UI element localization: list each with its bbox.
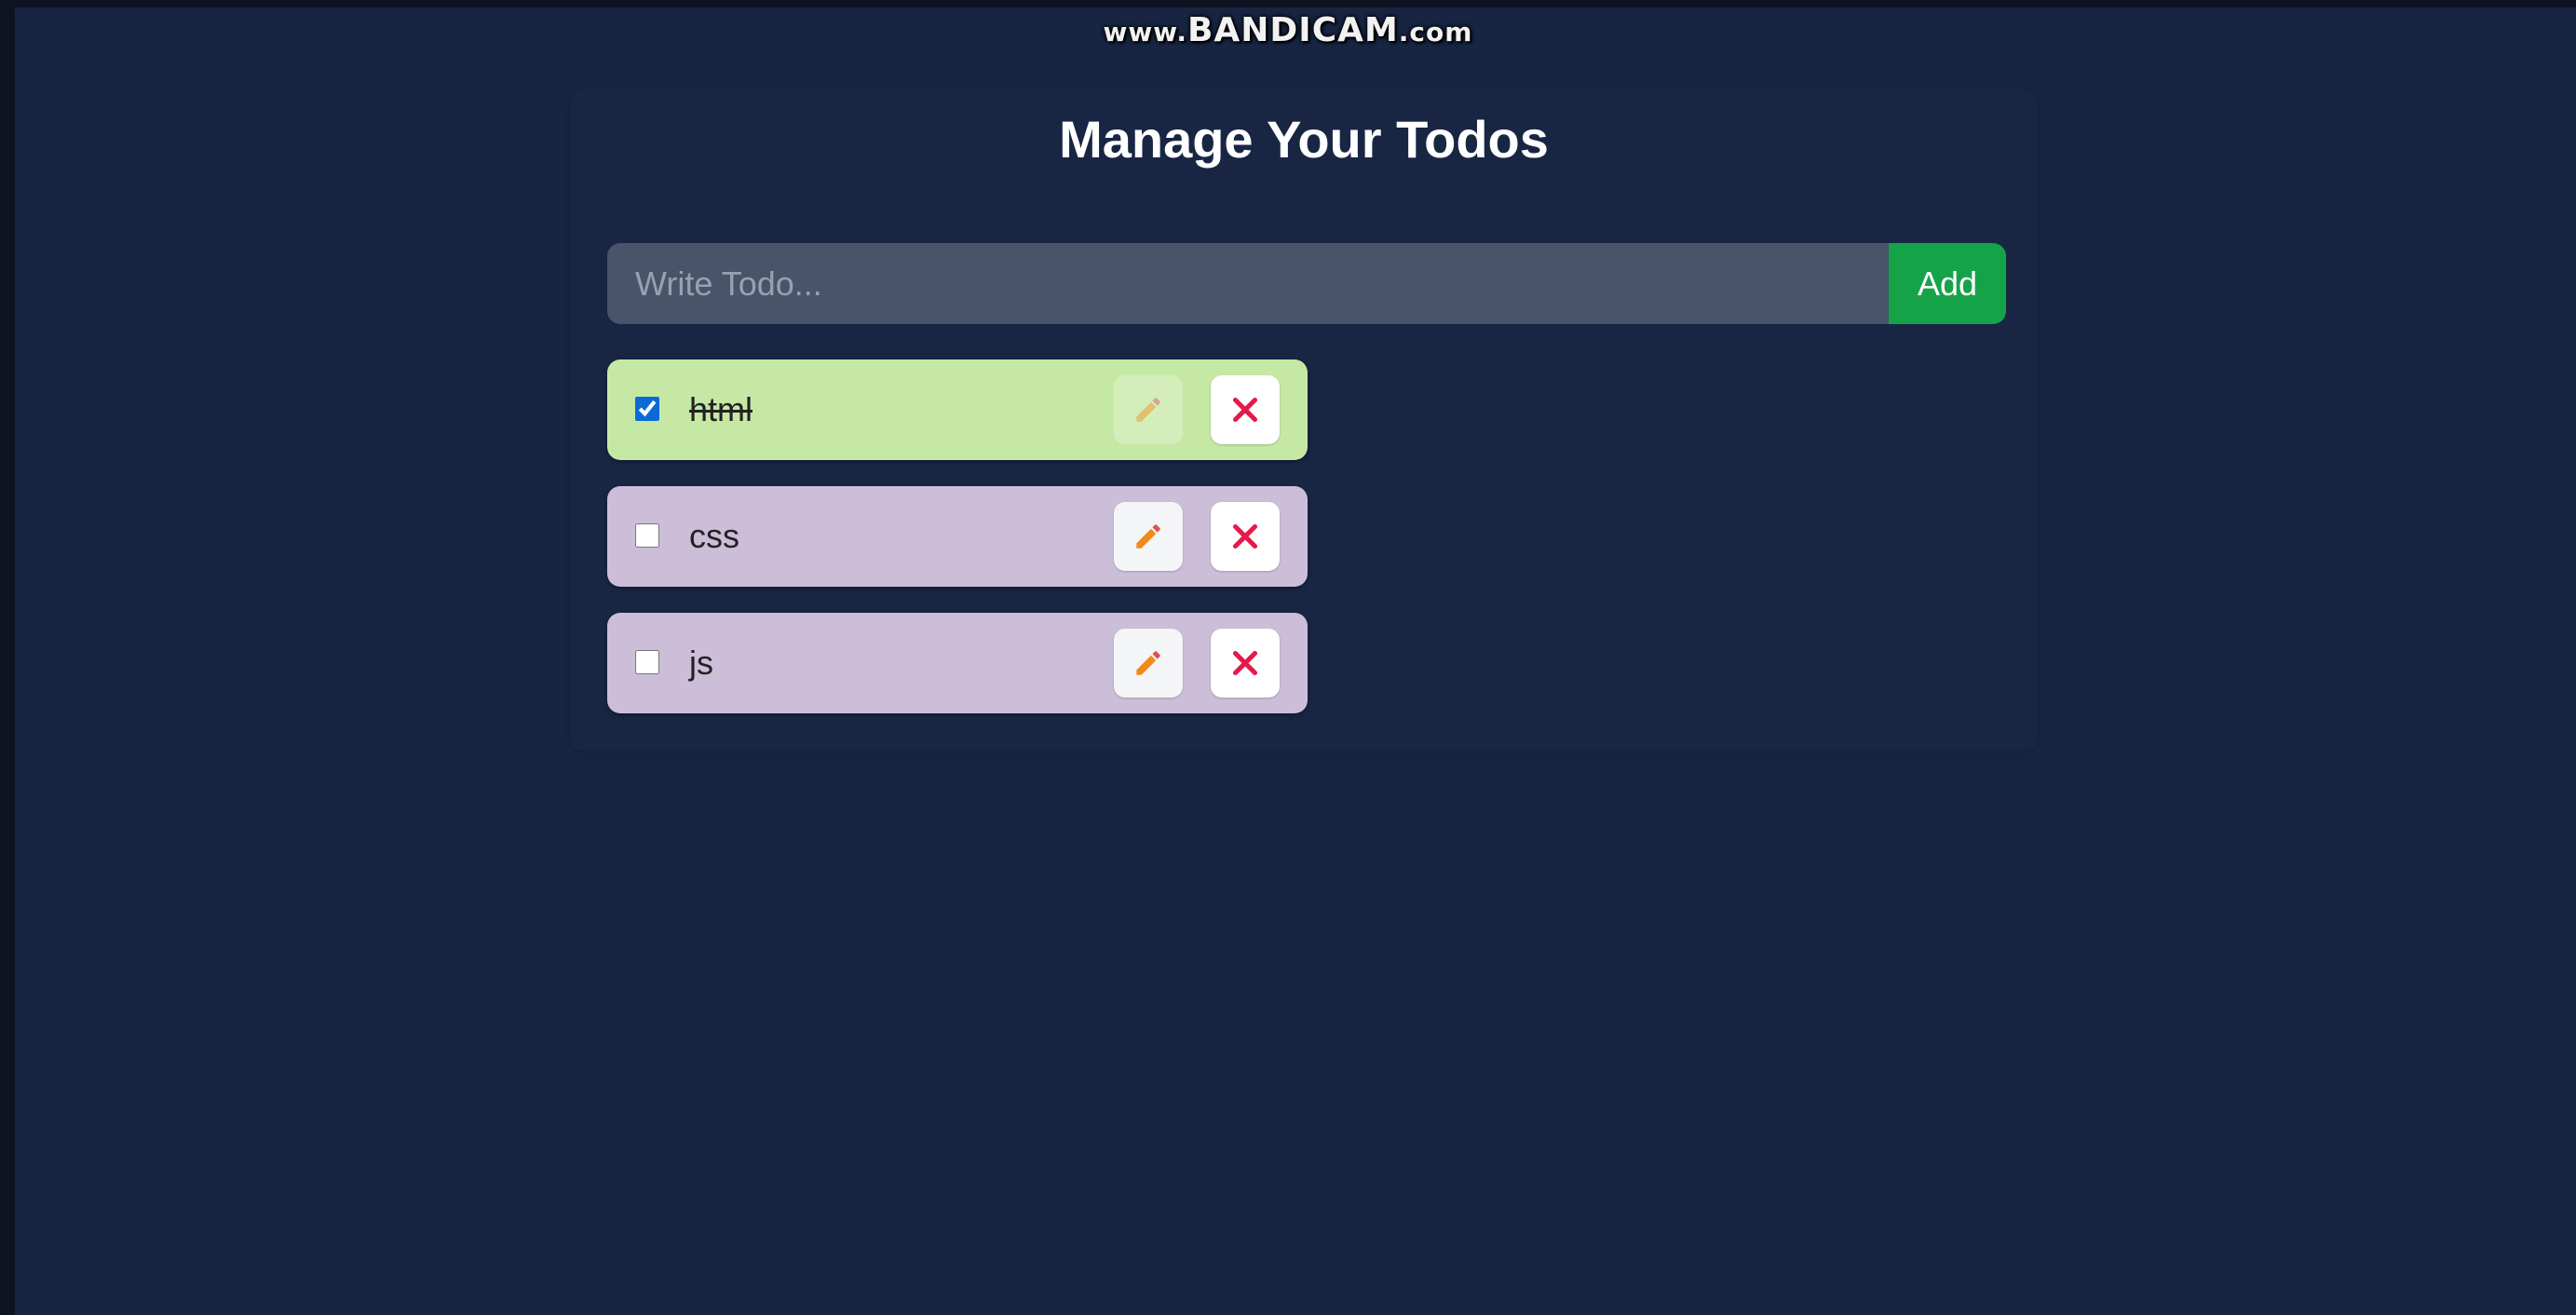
todo-item: html xyxy=(607,359,1308,460)
todo-checkbox[interactable] xyxy=(635,523,659,548)
todo-input[interactable] xyxy=(607,243,1889,324)
add-button[interactable]: Add xyxy=(1889,243,2006,324)
edit-button[interactable] xyxy=(1114,629,1183,698)
delete-button[interactable] xyxy=(1211,375,1280,444)
todo-item: js xyxy=(607,613,1308,713)
page-title: Manage Your Todos xyxy=(1059,110,1549,169)
pencil-icon xyxy=(1136,651,1160,675)
pencil-icon xyxy=(1136,398,1160,422)
todo-form: Add xyxy=(607,243,2006,324)
pencil-icon xyxy=(1136,524,1160,549)
todo-text: js xyxy=(689,644,713,682)
close-icon xyxy=(1232,397,1258,423)
todo-item: css xyxy=(607,486,1308,587)
todo-text: html xyxy=(689,390,753,428)
close-icon xyxy=(1232,650,1258,676)
edit-button[interactable] xyxy=(1114,502,1183,571)
delete-button[interactable] xyxy=(1211,629,1280,698)
todo-list: html css js xyxy=(607,359,1308,739)
todo-checkbox[interactable] xyxy=(635,397,659,421)
edit-button[interactable] xyxy=(1114,375,1183,444)
close-icon xyxy=(1232,523,1258,549)
todo-text: css xyxy=(689,517,739,555)
recorder-watermark: www.BANDICAM.com xyxy=(1103,11,1473,49)
delete-button[interactable] xyxy=(1211,502,1280,571)
todo-checkbox[interactable] xyxy=(635,650,659,674)
